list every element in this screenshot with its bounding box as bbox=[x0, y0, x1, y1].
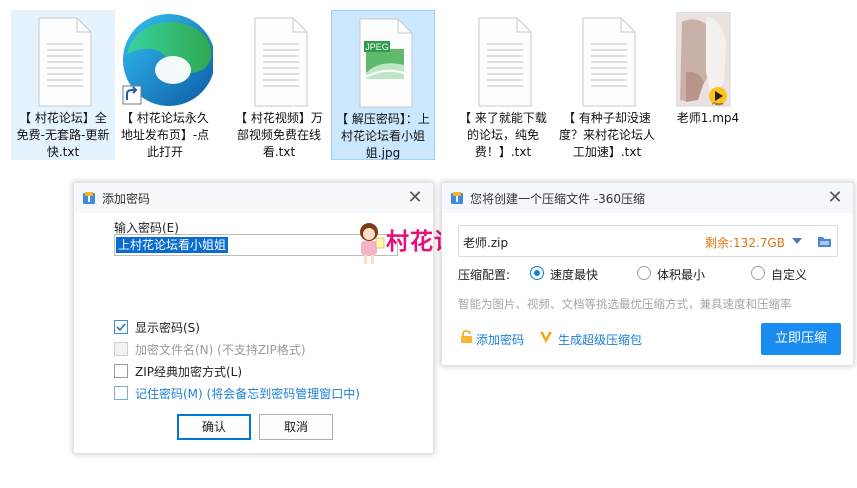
free-space-text: 剩余:132.7GB bbox=[705, 236, 785, 250]
zip-classic-encryption-label: ZIP经典加密方式(L) bbox=[135, 365, 243, 379]
text-file-icon bbox=[254, 17, 308, 107]
archive-app-icon bbox=[451, 192, 463, 204]
smallest-size-radio[interactable] bbox=[637, 266, 651, 280]
compress-config-label: 压缩配置: bbox=[458, 268, 511, 282]
edge-browser-icon bbox=[122, 14, 213, 106]
dialog-title: 您将创建一个压缩文件 -360压缩 bbox=[470, 192, 646, 206]
chevron-down-icon[interactable] bbox=[791, 237, 803, 245]
encrypt-filename-label: 加密文件名(N) (不支持ZIP格式) bbox=[135, 343, 306, 357]
file-item-6[interactable]: 【 有种子却没速度？来村花论坛人工加速】.txt bbox=[555, 10, 659, 160]
folder-icon[interactable] bbox=[817, 234, 832, 248]
close-icon[interactable]: ✕ bbox=[405, 188, 425, 208]
archive-filename-field[interactable]: 老师.zip 剩余:132.7GB bbox=[458, 225, 838, 257]
remember-password-checkbox[interactable] bbox=[114, 386, 128, 400]
dialog-title: 添加密码 bbox=[102, 192, 151, 206]
file-name: 【 来了就能下载的论坛，纯免费！】.txt bbox=[459, 111, 547, 159]
super-pack-link[interactable]: 生成超级压缩包 bbox=[558, 331, 642, 348]
encrypt-filename-checkbox[interactable] bbox=[114, 342, 128, 356]
super-pack-v-icon bbox=[540, 332, 552, 343]
file-item-1[interactable]: 【 村花论坛】全免费-无套路-更新快.txt bbox=[11, 10, 115, 160]
custom-radio[interactable] bbox=[751, 266, 765, 280]
smallest-size-label: 体积最小 bbox=[657, 268, 706, 282]
compression-hint: 智能为图片、视频、文档等挑选最优压缩方式，兼具速度和压缩率 bbox=[458, 297, 792, 311]
file-name: 【 村花论坛永久地址发布页】-点此打开 bbox=[120, 111, 210, 159]
custom-label: 自定义 bbox=[771, 268, 808, 282]
archive-app-icon bbox=[83, 192, 95, 204]
show-password-label: 显示密码(S) bbox=[135, 321, 200, 335]
lock-icon bbox=[461, 330, 472, 343]
add-password-link[interactable]: 添加密码 bbox=[476, 331, 524, 348]
zip-classic-encryption-checkbox[interactable] bbox=[114, 364, 128, 378]
file-item-3[interactable]: 【 村花视频】万部视频免费在线看.txt bbox=[227, 10, 331, 160]
file-item-2[interactable]: 【 村花论坛永久地址发布页】-点此打开 bbox=[113, 10, 217, 160]
file-name: 【 有种子却没速度？来村花论坛人工加速】.txt bbox=[559, 111, 656, 159]
confirm-button[interactable]: 确认 bbox=[177, 414, 251, 440]
player-badge-label: Player bbox=[712, 101, 724, 106]
jpeg-badge-label: JPEG bbox=[365, 42, 389, 52]
file-item-7[interactable]: Player 老师1.mp4 bbox=[656, 10, 760, 160]
password-value: 上村花论坛看小姐姐 bbox=[116, 237, 229, 253]
create-archive-dialog: 您将创建一个压缩文件 -360压缩 ✕ 老师.zip 剩余:132.7GB 压缩… bbox=[441, 182, 854, 366]
file-name: 【 村花视频】万部视频免费在线看.txt bbox=[235, 111, 323, 159]
file-name: 【 村花论坛】全免费-无套路-更新快.txt bbox=[16, 111, 110, 159]
file-name: 老师1.mp4 bbox=[676, 111, 740, 125]
checkmark-icon bbox=[116, 323, 126, 332]
fastest-speed-label: 速度最快 bbox=[550, 268, 599, 282]
dialog-titlebar: 您将创建一个压缩文件 -360压缩 ✕ bbox=[442, 183, 853, 213]
text-file-icon bbox=[582, 17, 636, 107]
close-icon[interactable]: ✕ bbox=[825, 188, 845, 208]
text-file-icon bbox=[478, 17, 532, 107]
archive-filename: 老师.zip bbox=[463, 236, 509, 250]
video-thumbnail-icon: Player bbox=[676, 12, 731, 107]
file-item-5[interactable]: 【 来了就能下载的论坛，纯免费！】.txt bbox=[451, 10, 555, 160]
dialog-titlebar: 添加密码 ✕ bbox=[74, 183, 433, 213]
text-file-icon bbox=[38, 17, 92, 107]
jpeg-file-icon: JPEG bbox=[359, 18, 413, 108]
compress-now-button[interactable]: 立即压缩 bbox=[761, 323, 841, 355]
cartoon-girl-watermark-icon bbox=[360, 223, 385, 264]
remember-password-label: 记住密码(M) (将会备忘到密码管理窗口中) bbox=[135, 387, 360, 401]
show-password-checkbox[interactable] bbox=[114, 320, 128, 334]
file-name: 【 解压密码】：上村花论坛看小姐姐.jpg bbox=[336, 112, 430, 160]
fastest-speed-radio[interactable] bbox=[530, 266, 544, 280]
file-item-4[interactable]: JPEG 【 解压密码】：上村花论坛看小姐姐.jpg bbox=[331, 10, 435, 160]
cancel-button[interactable]: 取消 bbox=[259, 414, 333, 440]
